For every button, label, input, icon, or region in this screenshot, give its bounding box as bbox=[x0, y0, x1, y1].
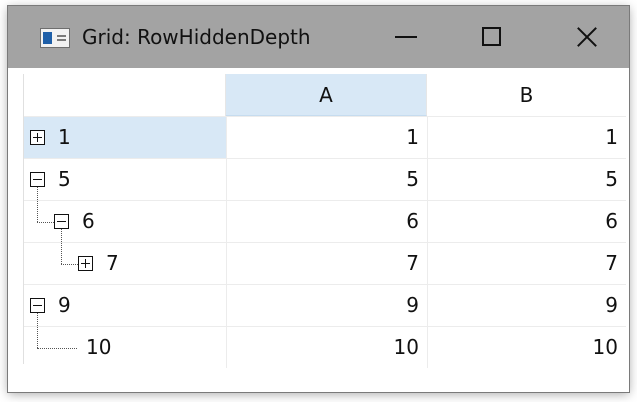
tree-connector bbox=[37, 313, 38, 326]
row-label: 6 bbox=[82, 209, 95, 233]
row-label: 10 bbox=[86, 335, 112, 359]
cell-a[interactable]: 1 bbox=[226, 117, 427, 158]
row-label: 7 bbox=[106, 251, 119, 275]
tree-connector bbox=[61, 264, 78, 265]
row-header[interactable]: 9 bbox=[24, 285, 226, 326]
data-grid[interactable]: A B 1 1 1 5 5 5 6 6 6 7 7 7 9 9 9 10 10 … bbox=[23, 74, 626, 368]
table-row[interactable]: 5 5 5 bbox=[24, 158, 626, 200]
collapse-icon[interactable] bbox=[54, 214, 69, 229]
cell-b[interactable]: 6 bbox=[427, 201, 626, 242]
maximize-icon bbox=[482, 27, 501, 46]
cell-a[interactable]: 6 bbox=[226, 201, 427, 242]
close-icon bbox=[577, 27, 597, 47]
minimize-icon bbox=[395, 36, 417, 38]
cell-b[interactable]: 9 bbox=[427, 285, 626, 326]
table-row[interactable]: 6 6 6 bbox=[24, 200, 626, 242]
table-row[interactable]: 10 10 10 bbox=[24, 326, 626, 368]
row-header[interactable]: 1 bbox=[24, 117, 226, 158]
tree-connector bbox=[61, 243, 62, 264]
collapse-icon[interactable] bbox=[30, 298, 45, 313]
close-button[interactable] bbox=[549, 6, 629, 68]
tree-connector bbox=[37, 201, 38, 222]
cell-a[interactable]: 7 bbox=[226, 243, 427, 284]
table-row[interactable]: 9 9 9 bbox=[24, 284, 626, 326]
row-header[interactable]: 6 bbox=[24, 201, 226, 242]
tree-connector bbox=[61, 229, 62, 242]
row-header[interactable]: 7 bbox=[24, 243, 226, 284]
tree-connector bbox=[37, 222, 54, 223]
window-title: Grid: RowHiddenDepth bbox=[82, 25, 311, 49]
cell-a[interactable]: 10 bbox=[226, 327, 427, 368]
title-bar[interactable]: Grid: RowHiddenDepth bbox=[8, 6, 629, 68]
row-header[interactable]: 5 bbox=[24, 159, 226, 200]
tree-connector bbox=[37, 348, 77, 349]
row-label: 5 bbox=[58, 167, 71, 191]
tree-connector bbox=[37, 327, 38, 348]
cell-a[interactable]: 9 bbox=[226, 285, 427, 326]
cell-b[interactable]: 1 bbox=[427, 117, 626, 158]
tree-connector bbox=[37, 187, 38, 200]
expand-icon[interactable] bbox=[30, 130, 45, 145]
corner-header[interactable] bbox=[24, 74, 226, 116]
collapse-icon[interactable] bbox=[30, 172, 45, 187]
column-header-b[interactable]: B bbox=[427, 74, 626, 116]
row-label: 9 bbox=[58, 293, 71, 317]
table-row[interactable]: 1 1 1 bbox=[24, 116, 626, 158]
maximize-button[interactable] bbox=[455, 6, 535, 68]
expand-icon[interactable] bbox=[78, 256, 93, 271]
app-icon bbox=[40, 28, 70, 48]
cell-b[interactable]: 7 bbox=[427, 243, 626, 284]
cell-b[interactable]: 5 bbox=[427, 159, 626, 200]
cell-a[interactable]: 5 bbox=[226, 159, 427, 200]
row-label: 1 bbox=[58, 125, 71, 149]
minimize-button[interactable] bbox=[373, 6, 453, 68]
table-row[interactable]: 7 7 7 bbox=[24, 242, 626, 284]
app-window: Grid: RowHiddenDepth A B 1 1 1 5 5 5 6 6… bbox=[8, 6, 629, 392]
row-header[interactable]: 10 bbox=[24, 327, 226, 368]
column-header-row: A B bbox=[24, 74, 626, 116]
cell-b[interactable]: 10 bbox=[427, 327, 626, 368]
column-header-a[interactable]: A bbox=[226, 74, 427, 116]
